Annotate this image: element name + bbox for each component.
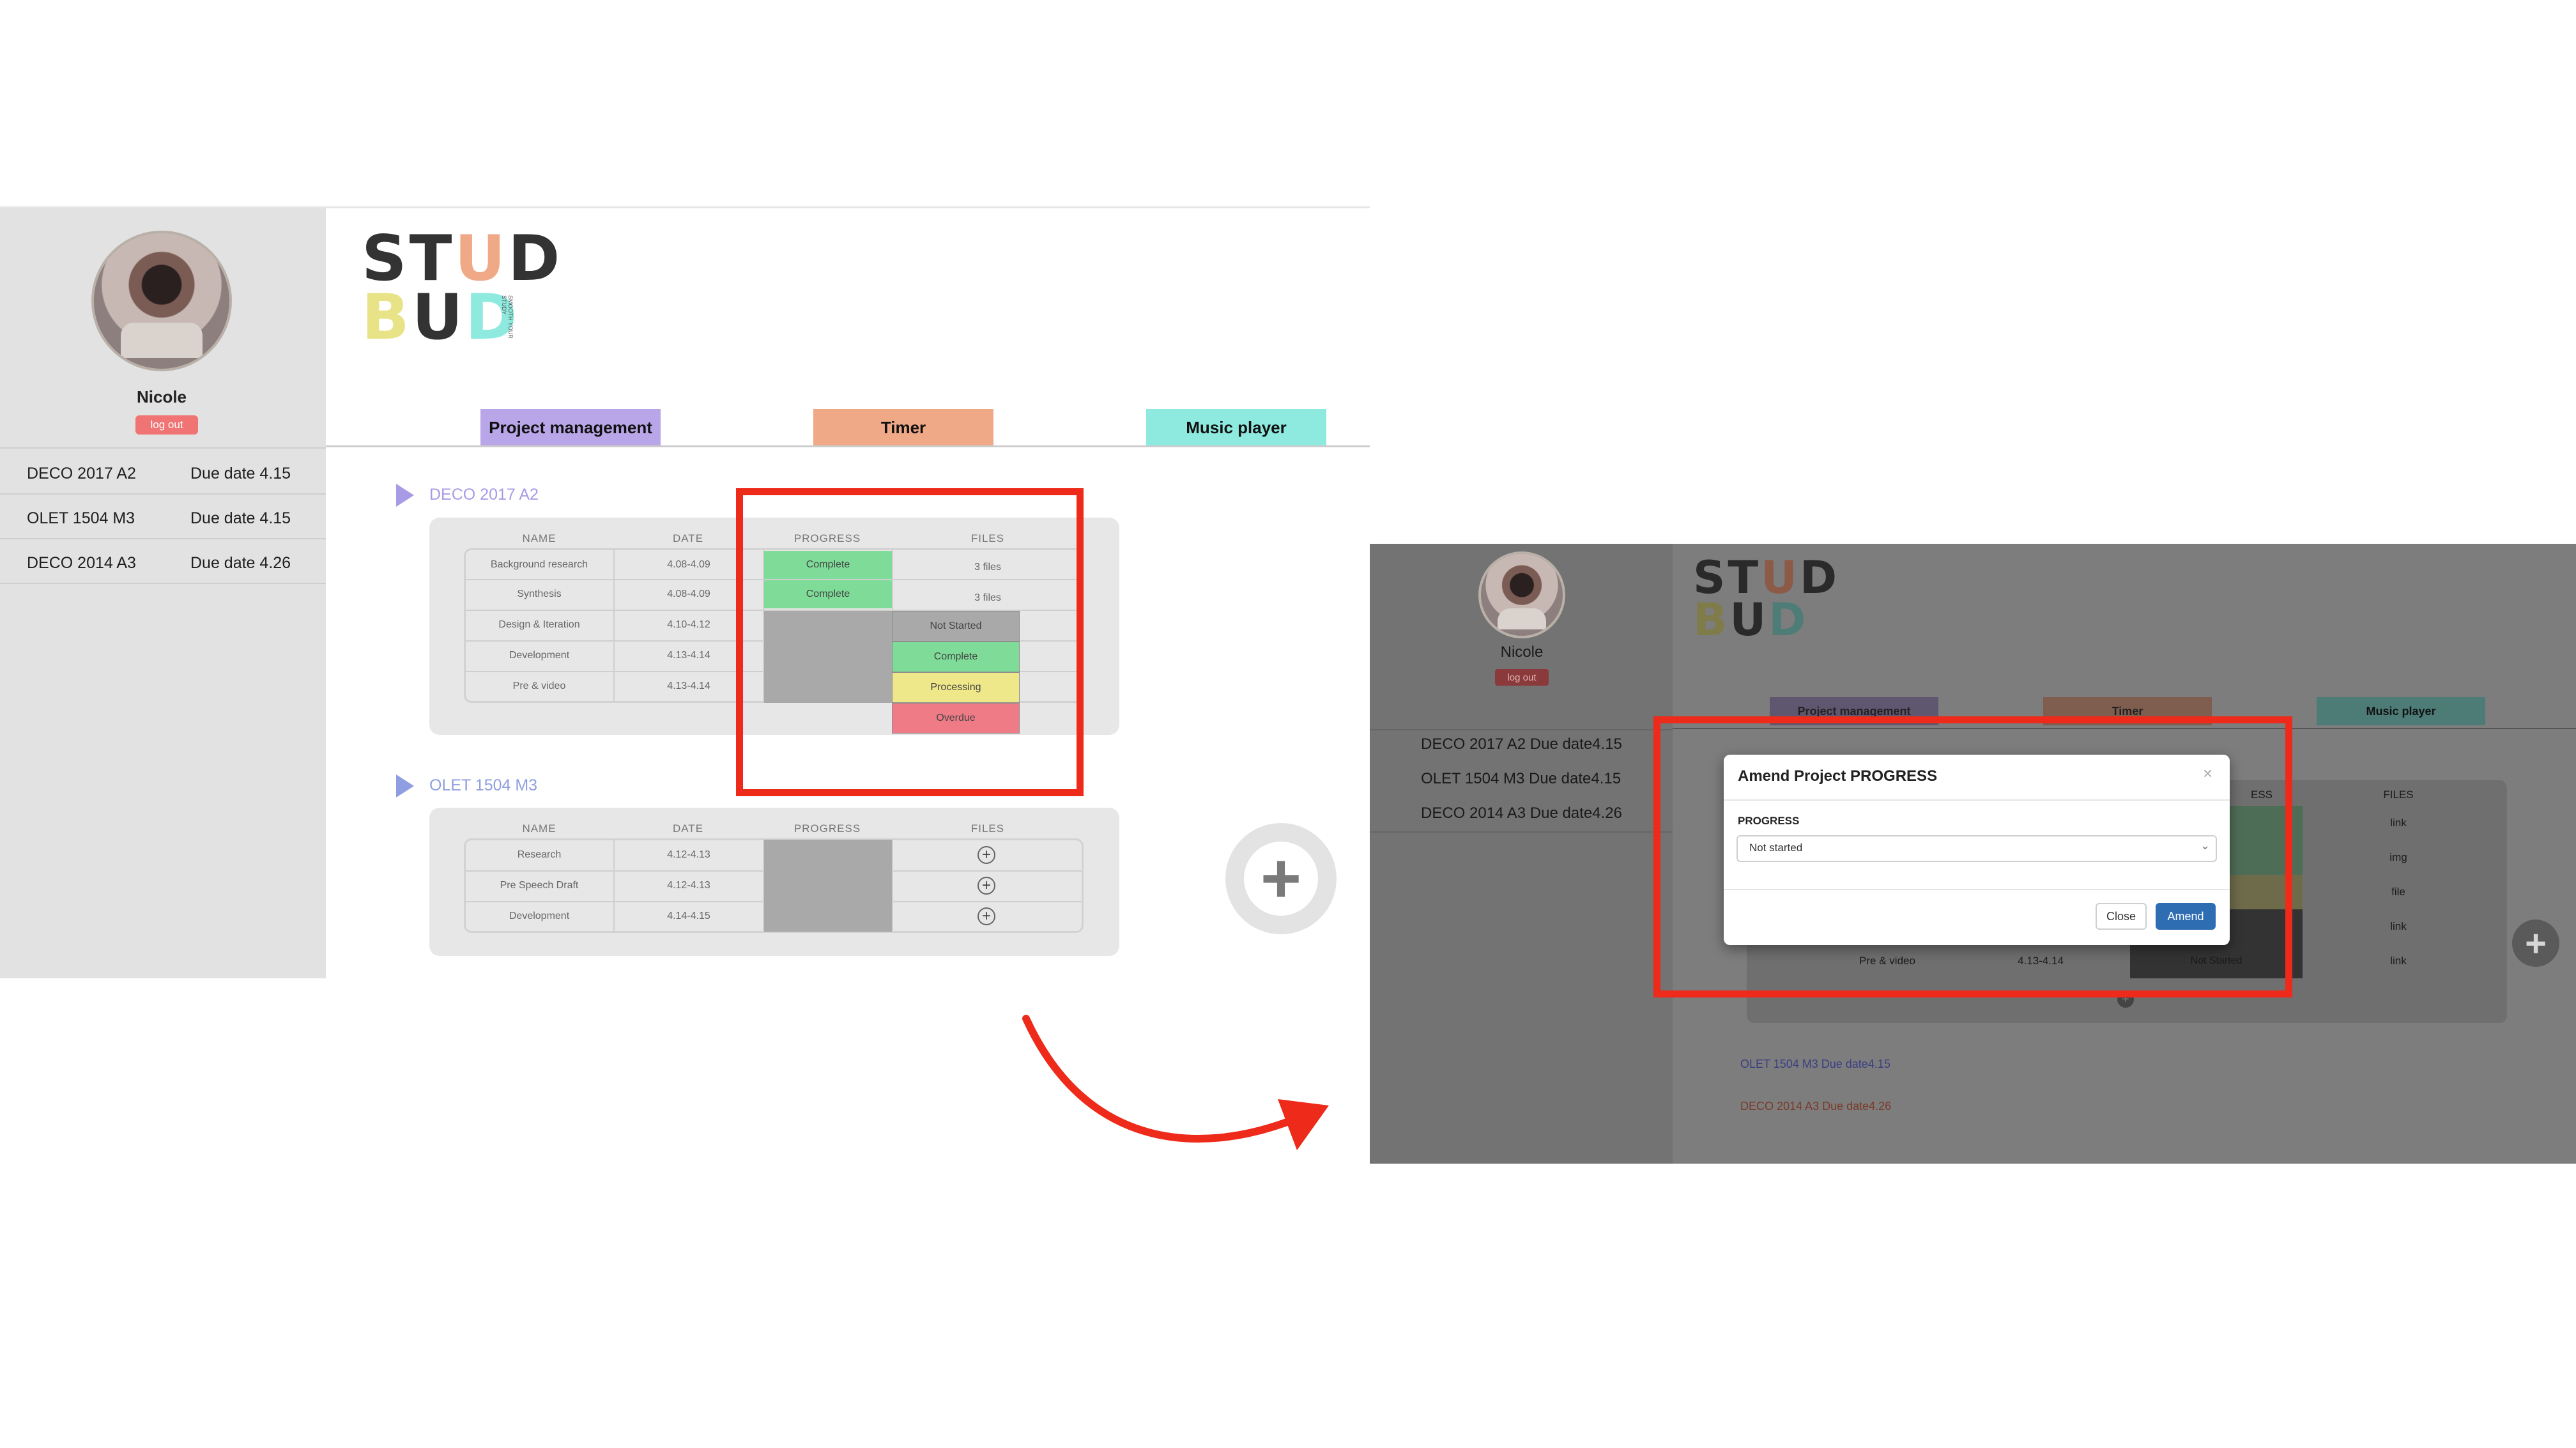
add-project-button[interactable]: + <box>1225 823 1337 934</box>
highlight-box <box>736 488 1084 796</box>
files-cell[interactable]: link <box>2366 812 2430 834</box>
add-file-icon[interactable]: + <box>977 877 995 895</box>
sidebar-item[interactable]: OLET 1504 M3 Due date4.15 <box>1421 770 1621 788</box>
sidebar-course[interactable]: DECO 2017 A2 <box>27 465 136 483</box>
sidebar-item[interactable]: DECO 2017 A2 Due date4.15 <box>1421 736 1622 753</box>
sidebar-due: Due date 4.15 <box>190 465 291 482</box>
avatar <box>1478 551 1565 638</box>
highlight-box <box>1653 716 2292 997</box>
tab-music-player[interactable]: Music player <box>2317 697 2485 725</box>
sidebar-item[interactable]: DECO 2014 A3 Due date4.26 <box>1421 805 1622 822</box>
sidebar-course[interactable]: DECO 2014 A3 <box>27 554 136 573</box>
row-name: Development <box>509 911 570 921</box>
expand-triangle-icon[interactable] <box>396 774 414 797</box>
sidebar-divider <box>0 447 326 449</box>
add-file-icon[interactable]: + <box>977 846 995 864</box>
files-cell[interactable]: file <box>2366 881 2430 903</box>
files-cell[interactable]: link <box>2366 916 2430 937</box>
files-cell[interactable]: link <box>2366 950 2430 972</box>
row-name: Background research <box>490 559 588 570</box>
row-date: 4.12-4.13 <box>667 849 710 860</box>
logo-tagline: SMOOTH YOUR STUDY <box>501 295 514 339</box>
sidebar-course[interactable]: OLET 1504 M3 <box>27 509 135 528</box>
row-name: Development <box>509 650 570 661</box>
sidebar-divider <box>0 493 326 495</box>
sidebar-divider <box>1370 831 1673 833</box>
add-project-button[interactable]: + <box>2512 920 2559 967</box>
col-header-name: NAME <box>522 822 556 835</box>
tab-timer[interactable]: Timer <box>813 409 993 446</box>
sidebar-divider <box>0 583 326 584</box>
sidebar-divider <box>0 538 326 539</box>
tab-music-player[interactable]: Music player <box>1146 409 1326 446</box>
tabs-underline <box>326 445 1370 447</box>
row-name: Design & Iteration <box>498 619 580 630</box>
tab-project-management[interactable]: Project management <box>480 409 661 446</box>
row-date: 4.14-4.15 <box>667 911 710 921</box>
row-name: Pre & video <box>512 681 566 691</box>
logout-button[interactable]: log out <box>1495 669 1549 686</box>
add-file-icon[interactable]: + <box>977 907 995 925</box>
row-name: Synthesis <box>517 589 562 599</box>
project-title[interactable]: OLET 1504 M3 <box>429 776 537 795</box>
col-header-files: FILES <box>2383 789 2414 801</box>
project-link[interactable]: OLET 1504 M3 Due date4.15 <box>1740 1058 1890 1071</box>
col-header-name: NAME <box>522 532 556 544</box>
col-header-files: FILES <box>970 822 1005 835</box>
user-name: Nicole <box>136 387 187 406</box>
studbud-logo: STUD BUD <box>1693 551 1840 646</box>
studbud-logo: STUD BUD <box>362 222 563 354</box>
logout-button[interactable]: log out <box>135 415 198 435</box>
row-name: Pre Speech Draft <box>500 880 579 891</box>
table-divider <box>892 840 893 932</box>
col-header-date: DATE <box>672 822 704 835</box>
files-cell[interactable]: img <box>2366 847 2430 868</box>
expand-triangle-icon[interactable] <box>396 484 414 507</box>
sidebar-divider <box>1370 729 1673 730</box>
row-date: 4.12-4.13 <box>667 880 710 891</box>
sidebar-due: Due date 4.26 <box>190 554 291 572</box>
row-name: Research <box>517 849 562 860</box>
progress-cell-empty[interactable] <box>764 840 892 932</box>
plus-icon: + <box>1244 842 1318 916</box>
project-link[interactable]: DECO 2014 A3 Due date4.26 <box>1740 1100 1891 1113</box>
project-title[interactable]: DECO 2017 A2 <box>429 486 539 504</box>
col-header-progress: PROGRESS <box>793 822 861 835</box>
transition-arrow-icon <box>1022 1015 1329 1150</box>
user-name: Nicole <box>1500 643 1544 661</box>
avatar <box>91 231 232 371</box>
sidebar-due: Due date 4.15 <box>190 509 291 527</box>
modal-screen: Nicole log out DECO 2017 A2 Due date4.15… <box>1370 544 2576 1164</box>
